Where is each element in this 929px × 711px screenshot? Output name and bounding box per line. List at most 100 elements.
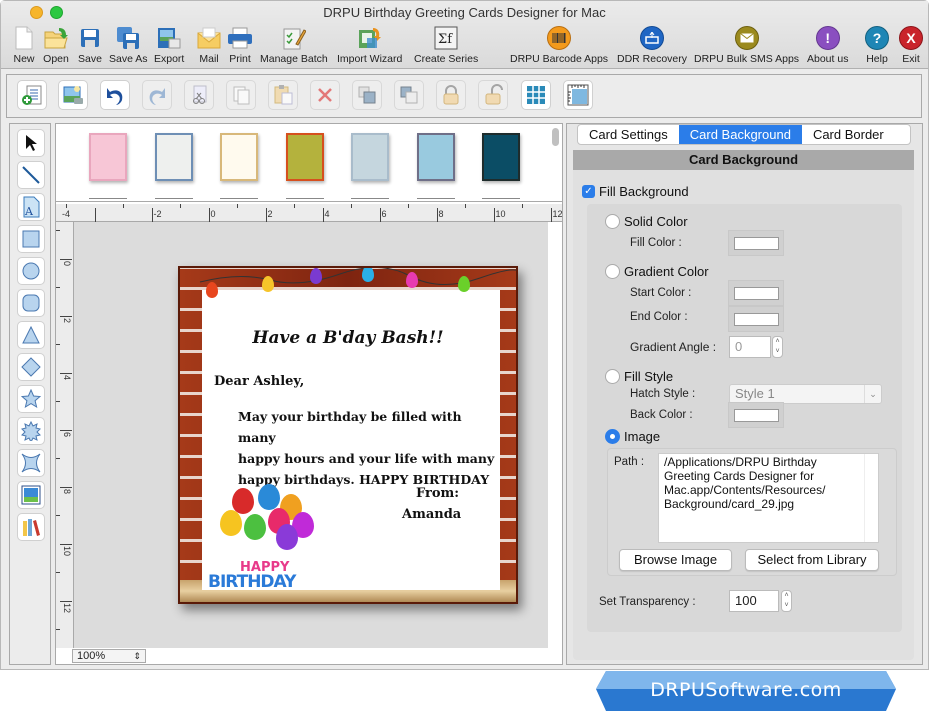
save-as-button[interactable]: Save As xyxy=(109,25,148,65)
ruler-label: 12 xyxy=(62,602,72,613)
printer-icon xyxy=(227,25,253,51)
import-wizard-button[interactable]: Import Wizard xyxy=(337,25,402,65)
export-icon xyxy=(156,25,182,51)
back-color-swatch xyxy=(734,409,779,422)
template-gallery xyxy=(56,124,562,202)
add-text-button[interactable] xyxy=(17,80,47,110)
star-tool[interactable] xyxy=(17,385,45,413)
gradient-angle-stepper[interactable]: ˄ ˅ xyxy=(772,336,783,358)
solid-color-radio[interactable] xyxy=(605,214,620,229)
gallery-scrollbar[interactable] xyxy=(552,128,559,146)
ddr-recovery-button[interactable]: DDR Recovery xyxy=(617,25,687,65)
tab-card-border[interactable]: Card Border xyxy=(802,125,895,144)
bring-front-button[interactable] xyxy=(352,80,382,110)
lock-button[interactable] xyxy=(436,80,466,110)
ruler-tick xyxy=(265,208,267,222)
copy-icon xyxy=(233,86,250,105)
template-thumbnail[interactable] xyxy=(154,133,193,181)
diamond-tool[interactable] xyxy=(17,353,45,381)
image-path-field[interactable]: /Applications/DRPU Birthday Greeting Car… xyxy=(658,453,879,543)
start-color-picker[interactable] xyxy=(728,280,784,306)
send-back-button[interactable] xyxy=(394,80,424,110)
tab-card-background[interactable]: Card Background xyxy=(678,125,802,144)
save-button[interactable]: Save xyxy=(77,25,103,65)
ruler-tick xyxy=(379,208,381,222)
exit-button[interactable]: X Exit xyxy=(898,25,924,65)
template-thumbnail[interactable] xyxy=(351,133,389,181)
triangle-icon xyxy=(22,325,40,344)
cut-button[interactable] xyxy=(184,80,214,110)
rectangle-tool[interactable] xyxy=(17,225,45,253)
library-tool[interactable] xyxy=(17,513,45,541)
print-button[interactable]: Print xyxy=(227,25,253,65)
redo-button[interactable] xyxy=(142,80,172,110)
card-from-name[interactable]: Amanda xyxy=(402,507,461,522)
burst-tool[interactable] xyxy=(17,417,45,445)
fill-style-radio[interactable] xyxy=(605,369,620,384)
gradient-angle-input[interactable]: 0 xyxy=(729,336,771,358)
back-color-picker[interactable] xyxy=(728,402,784,428)
delete-button[interactable] xyxy=(310,80,340,110)
card-greeting[interactable]: Dear Ashley, xyxy=(214,374,304,389)
balloons-clipart[interactable]: HAPPY BIRTHDAY xyxy=(208,484,324,594)
template-underline xyxy=(220,198,258,199)
copy-button[interactable] xyxy=(226,80,256,110)
browse-image-button[interactable]: Browse Image xyxy=(619,549,732,571)
fill-color-picker[interactable] xyxy=(728,230,784,256)
open-button[interactable]: Open xyxy=(43,25,69,65)
light-bulb xyxy=(458,276,470,292)
save-label: Save xyxy=(78,53,102,65)
back-color-label: Back Color : xyxy=(630,409,693,421)
triangle-tool[interactable] xyxy=(17,321,45,349)
greeting-card[interactable]: Have a B'day Bash!! Dear Ashley, May you… xyxy=(178,266,518,604)
pointer-tool[interactable] xyxy=(17,129,45,157)
zoom-select[interactable]: 100% ⇕ xyxy=(72,649,146,663)
end-color-picker[interactable] xyxy=(728,306,784,332)
insert-image-button[interactable] xyxy=(58,80,88,110)
text-tool[interactable]: A xyxy=(17,193,45,221)
image-tool[interactable] xyxy=(17,481,45,509)
transparency-input[interactable]: 100 xyxy=(729,590,779,612)
ruler-tick xyxy=(94,208,96,222)
concave-star-tool[interactable] xyxy=(17,449,45,477)
card-title[interactable]: Have a B'day Bash!! xyxy=(180,328,516,348)
paste-button[interactable] xyxy=(268,80,298,110)
transparency-stepper[interactable]: ˄ ˅ xyxy=(781,590,792,612)
template-thumbnail[interactable] xyxy=(416,133,455,181)
canvas[interactable]: Have a B'day Bash!! Dear Ashley, May you… xyxy=(74,222,548,648)
ellipse-tool[interactable] xyxy=(17,257,45,285)
image-radio[interactable] xyxy=(605,429,620,444)
line-tool[interactable] xyxy=(17,161,45,189)
fill-background-checkbox[interactable]: ✓ xyxy=(582,185,595,198)
drpu-website-banner[interactable]: DRPUSoftware.com xyxy=(596,671,896,711)
ruler-button[interactable] xyxy=(563,80,593,110)
bulk-sms-label: DRPU Bulk SMS Apps xyxy=(694,53,800,65)
grid-button[interactable] xyxy=(521,80,551,110)
select-from-library-button[interactable]: Select from Library xyxy=(745,549,879,571)
template-thumbnail[interactable] xyxy=(285,133,324,181)
rounded-rectangle-tool[interactable] xyxy=(17,289,45,317)
create-series-button[interactable]: Σf Create Series xyxy=(414,25,478,65)
light-bulb xyxy=(362,268,374,282)
template-thumbnail[interactable] xyxy=(220,133,258,181)
help-button[interactable]: ? Help xyxy=(864,25,890,65)
barcode-apps-button[interactable]: DRPU Barcode Apps xyxy=(510,25,608,65)
light-bulb xyxy=(262,276,274,292)
template-thumbnail[interactable] xyxy=(89,133,127,181)
template-thumbnail[interactable] xyxy=(482,133,520,181)
manage-batch-button[interactable]: Manage Batch xyxy=(260,25,328,65)
bulk-sms-button[interactable]: DRPU Bulk SMS Apps xyxy=(694,25,799,65)
manage-batch-label: Manage Batch xyxy=(260,53,328,65)
card-from-label[interactable]: From: xyxy=(416,486,459,501)
about-us-button[interactable]: ! About us xyxy=(807,25,848,65)
export-button[interactable]: Export xyxy=(154,25,184,65)
hatch-style-select[interactable]: Style 1 ⌄ xyxy=(729,384,882,404)
mail-button[interactable]: Mail xyxy=(196,25,222,65)
gradient-color-radio[interactable] xyxy=(605,264,620,279)
concave-star-icon xyxy=(21,453,41,473)
undo-button[interactable] xyxy=(100,80,130,110)
unlock-button[interactable] xyxy=(478,80,508,110)
new-button[interactable]: New xyxy=(11,25,37,65)
path-scrollbar[interactable] xyxy=(864,454,878,542)
tab-card-settings[interactable]: Card Settings xyxy=(578,125,679,144)
